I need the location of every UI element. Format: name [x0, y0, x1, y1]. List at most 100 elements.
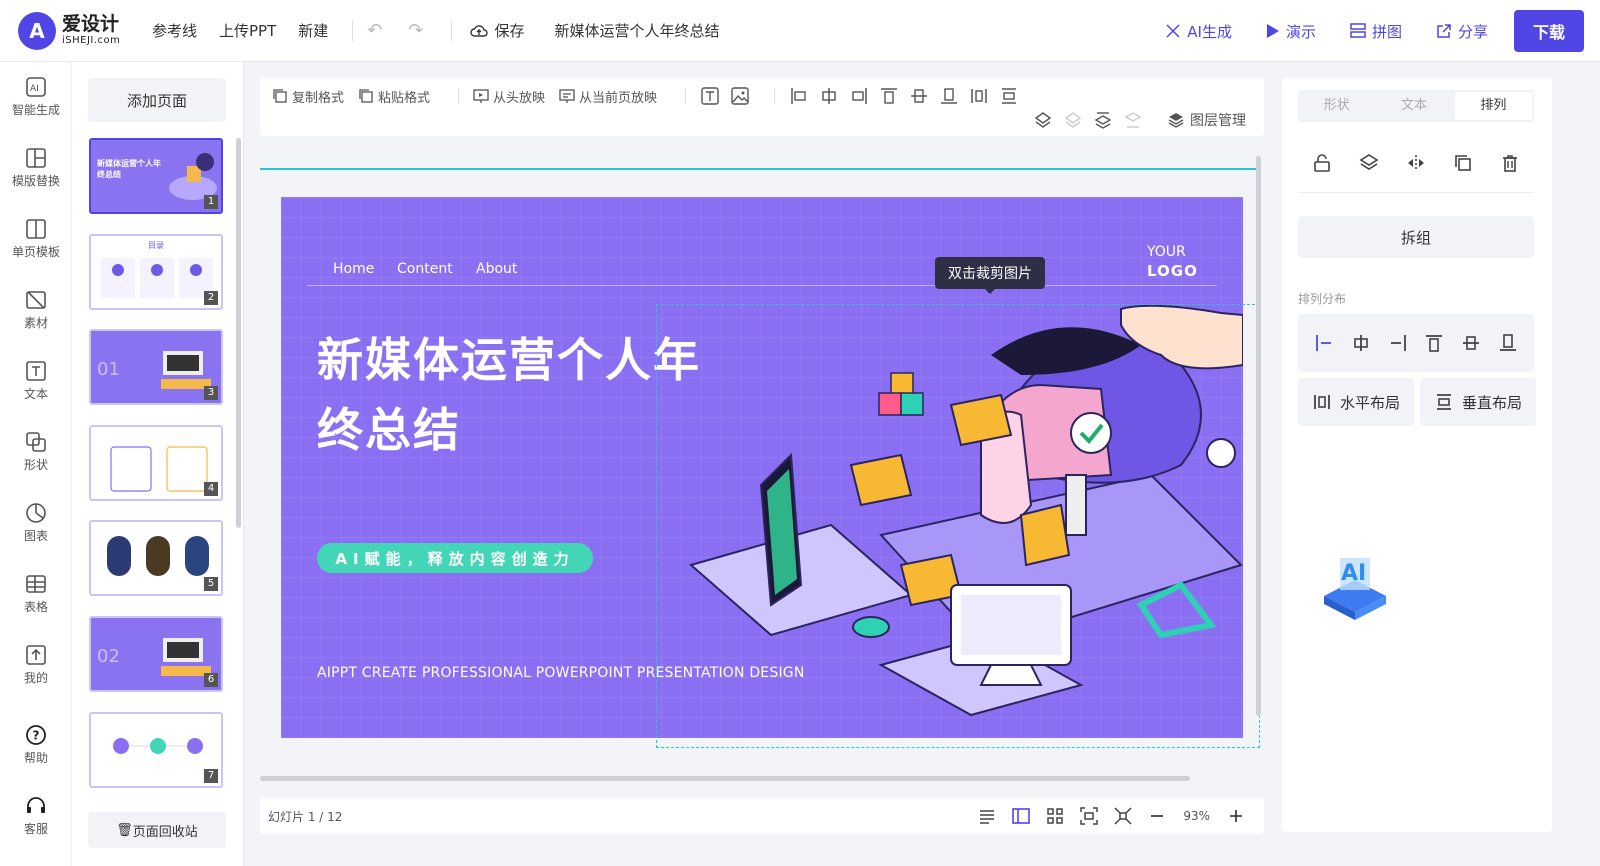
bring-to-top-icon[interactable] — [1093, 110, 1113, 130]
bring-front-icon[interactable] — [1033, 110, 1053, 130]
ai-badge-text: AI — [1341, 561, 1366, 586]
lock-icon[interactable] — [1311, 152, 1333, 174]
tab-text[interactable]: 文本 — [1375, 90, 1452, 122]
fullscreen-icon[interactable] — [1113, 806, 1133, 826]
rail-item-template-replace[interactable]: 模版替换 — [0, 147, 72, 189]
zoom-in-icon[interactable] — [1226, 806, 1246, 826]
align-left-icon[interactable] — [1313, 332, 1335, 354]
distribute-v-icon[interactable] — [999, 86, 1019, 106]
slide-nav-home[interactable]: Home — [333, 261, 374, 277]
align-left-icon[interactable] — [789, 86, 809, 106]
zoom-level[interactable]: 93% — [1183, 809, 1210, 823]
align-right-icon[interactable] — [849, 86, 869, 106]
ai-assistant-icon[interactable]: AI — [1318, 540, 1392, 624]
tab-shape[interactable]: 形状 — [1298, 90, 1375, 122]
undo-icon[interactable]: ↶ — [367, 20, 382, 41]
screen-play-icon — [473, 89, 489, 103]
slide-nav-divider — [307, 285, 1217, 286]
upload-ppt-button[interactable]: 上传PPT — [219, 20, 276, 41]
svg-text:?: ? — [33, 729, 40, 743]
rail-item-page-template[interactable]: 单页模板 — [0, 218, 72, 260]
thumb-illustration — [101, 258, 213, 298]
divider — [458, 88, 460, 104]
share-button[interactable]: 分享 — [1436, 21, 1488, 42]
align-top-icon[interactable] — [1423, 332, 1445, 354]
send-to-bottom-icon[interactable] — [1123, 110, 1143, 130]
play-from-start-button[interactable]: 从头放映 — [473, 87, 545, 106]
align-middle-icon[interactable] — [1460, 332, 1482, 354]
layout-icon — [26, 148, 46, 168]
distribute-vertical-button[interactable]: 垂直布局 — [1420, 378, 1536, 426]
layer-manage-button[interactable]: 图层管理 — [1167, 110, 1246, 130]
rail-item-assets[interactable]: 素材 — [0, 289, 72, 331]
text-icon — [26, 361, 46, 381]
guide-line[interactable] — [260, 168, 1258, 170]
download-button[interactable]: 下载 — [1514, 10, 1584, 52]
normal-view-icon[interactable] — [1011, 806, 1031, 826]
rail-item-mine[interactable]: 我的 — [0, 644, 72, 686]
present-button[interactable]: 演示 — [1266, 21, 1316, 42]
notes-icon[interactable] — [977, 806, 997, 826]
play-from-current-button[interactable]: 从当前页放映 — [559, 87, 657, 106]
rail-item-text[interactable]: 文本 — [0, 360, 72, 402]
ungroup-button[interactable]: 拆组 — [1298, 216, 1534, 258]
page-thumbnail[interactable]: 4 — [89, 425, 223, 501]
ai-box-icon: AI — [26, 77, 46, 97]
page-recycle-bin-button[interactable]: 🗑 页面回收站 — [88, 812, 226, 848]
add-page-button[interactable]: 添加页面 — [88, 78, 226, 122]
delete-icon[interactable] — [1499, 152, 1521, 174]
flip-icon[interactable] — [1405, 152, 1427, 174]
page-thumbnail[interactable]: 5 — [89, 520, 223, 596]
rail-item-help[interactable]: ? 帮助 — [0, 724, 72, 766]
duplicate-icon[interactable] — [1452, 152, 1474, 174]
slide-logo[interactable]: YOUR LOGO — [1147, 243, 1198, 282]
page-thumbnail[interactable]: 新媒体运营个人年终总结 1 — [89, 138, 223, 214]
ai-generate-button[interactable]: AI生成 — [1165, 21, 1232, 42]
image-icon[interactable] — [730, 86, 750, 106]
guides-button[interactable]: 参考线 — [152, 20, 197, 41]
distribute-horizontal-button[interactable]: 水平布局 — [1298, 378, 1414, 426]
rail-item-shape[interactable]: 形状 — [0, 431, 72, 473]
align-top-icon[interactable] — [879, 86, 899, 106]
grid-view-icon[interactable] — [1045, 806, 1065, 826]
page-thumbnail[interactable]: 7 — [89, 712, 223, 788]
distribute-h-icon[interactable] — [969, 86, 989, 106]
page-list-scrollbar[interactable] — [236, 138, 241, 528]
layers-icon[interactable] — [1358, 152, 1380, 174]
new-button[interactable]: 新建 — [298, 20, 328, 41]
shape-icon — [26, 432, 46, 452]
selection-box[interactable] — [656, 304, 1260, 748]
image-off-icon — [26, 291, 46, 309]
tab-arrange[interactable]: 排列 — [1454, 92, 1532, 120]
page-thumbnail[interactable]: 目录 2 — [89, 234, 223, 310]
send-back-icon[interactable] — [1063, 110, 1083, 130]
text-box-icon[interactable] — [700, 86, 720, 106]
slide-nav-content[interactable]: Content — [397, 261, 453, 277]
zoom-out-icon[interactable] — [1147, 806, 1167, 826]
align-center-h-icon[interactable] — [1350, 332, 1372, 354]
align-right-icon[interactable] — [1387, 332, 1409, 354]
document-title[interactable]: 新媒体运营个人年终总结 — [555, 20, 720, 41]
canvas-horizontal-scrollbar[interactable] — [260, 776, 1190, 781]
fit-screen-icon[interactable] — [1079, 806, 1099, 826]
redo-icon[interactable]: ↷ — [408, 20, 423, 41]
canvas-vertical-scrollbar[interactable] — [1256, 156, 1261, 716]
align-center-h-icon[interactable] — [819, 86, 839, 106]
rail-item-table[interactable]: 表格 — [0, 573, 72, 615]
align-middle-icon[interactable] — [909, 86, 929, 106]
rail-item-ai-generate[interactable]: AI 智能生成 — [0, 76, 72, 118]
copy-format-button[interactable]: 复制格式 — [272, 87, 344, 106]
paste-format-button[interactable]: 粘贴格式 — [358, 87, 430, 106]
align-bottom-icon[interactable] — [939, 86, 959, 106]
page-thumbnail[interactable]: 01 3 — [89, 329, 223, 405]
upload-icon — [26, 645, 46, 665]
page-thumbnail[interactable]: 02 6 — [89, 616, 223, 692]
rail-item-chart[interactable]: 图表 — [0, 502, 72, 544]
app-logo[interactable]: A 爱设计 iSHEJI.com — [18, 11, 128, 50]
slide-tagline-pill[interactable]: AI赋能，释放内容创造力 — [317, 543, 593, 573]
align-bottom-icon[interactable] — [1497, 332, 1519, 354]
save-button[interactable]: 保存 — [470, 20, 525, 41]
rail-item-support[interactable]: 客服 — [0, 795, 72, 837]
slide-nav-about[interactable]: About — [476, 261, 517, 277]
collage-button[interactable]: 拼图 — [1350, 21, 1402, 42]
